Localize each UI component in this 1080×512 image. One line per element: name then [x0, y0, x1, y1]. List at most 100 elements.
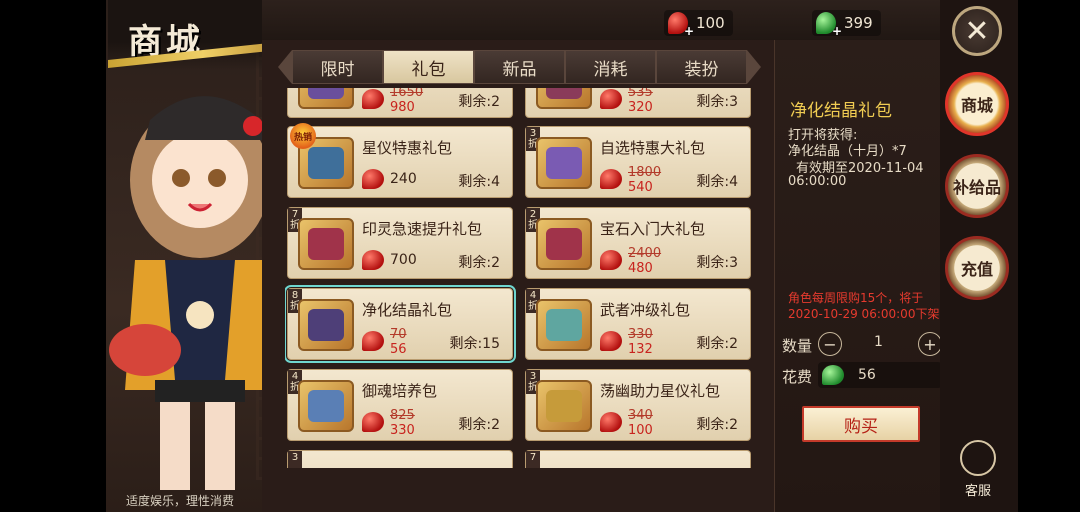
discount-badge: 3 [288, 451, 302, 468]
item-old-price: 825 [390, 408, 415, 423]
item-card[interactable]: 535 320 剩余:3 [525, 88, 751, 118]
category-tabs: 限时 礼包 新品 消耗 装扮 [278, 50, 761, 84]
quantity-value: 1 [874, 334, 883, 350]
tab-consumables[interactable]: 消耗 [565, 50, 656, 84]
item-price: 240 [390, 171, 417, 187]
tab-new[interactable]: 新品 [474, 50, 565, 84]
item-name: 御魂培养包 [362, 382, 438, 400]
item-remaining: 剩余:3 [696, 94, 738, 110]
decrease-quantity-button[interactable]: − [818, 332, 842, 356]
item-thumbnail [298, 218, 354, 270]
green-currency-amount: 399 [844, 14, 873, 32]
play-responsibly-notice: 适度娱乐，理性消费 [126, 494, 235, 508]
item-price: 132 [628, 342, 653, 357]
letterbox-left [0, 0, 106, 512]
customer-service-button[interactable]: 客服 [958, 440, 998, 499]
detail-expiry-time: 06:00:00 [788, 174, 847, 189]
item-grid[interactable]: 1650 980 剩余:2 535 320 剩余:3 热销 星仪特惠礼包 240… [285, 88, 755, 468]
item-card[interactable]: 4 折 御魂培养包 825 330 剩余:2 [287, 369, 513, 441]
item-remaining: 剩余:2 [696, 336, 738, 352]
item-name: 武者冲级礼包 [600, 301, 691, 319]
item-remaining: 剩余:15 [449, 336, 500, 352]
close-button[interactable]: ✕ [952, 6, 1002, 56]
item-card[interactable]: 3 折 荡幽助力星仪礼包 340 100 剩余:2 [525, 369, 751, 441]
red-gem-icon [362, 169, 384, 189]
item-thumbnail [536, 299, 592, 351]
item-price: 330 [390, 423, 415, 438]
customer-service-label: 客服 [964, 484, 991, 499]
item-price: 980 [390, 100, 415, 115]
item-old-price: 330 [628, 327, 653, 342]
headset-icon [960, 440, 996, 476]
item-remaining: 剩余:3 [696, 255, 738, 271]
red-gem-icon [362, 412, 384, 432]
item-card[interactable]: 7 折 印灵急速提升礼包 700 剩余:2 [287, 207, 513, 279]
hot-sale-badge: 热销 [290, 123, 316, 149]
item-thumbnail [536, 137, 592, 189]
item-old-price: 1650 [390, 88, 424, 100]
red-gem-icon [600, 169, 622, 189]
item-old-price: 535 [628, 88, 653, 100]
tab-limited[interactable]: 限时 [292, 50, 383, 84]
tab-costume[interactable]: 装扮 [656, 50, 747, 84]
item-price: 320 [628, 100, 653, 115]
item-remaining: 剩余:2 [458, 417, 500, 433]
item-card[interactable]: 7 [525, 450, 751, 468]
nav-supplies[interactable]: 补给品 [945, 154, 1009, 218]
quantity-label: 数量 [782, 337, 813, 355]
red-gem-icon [600, 250, 622, 270]
item-card[interactable]: 热销 星仪特惠礼包 240 剩余:4 [287, 123, 513, 198]
buy-button[interactable]: 购买 [802, 406, 920, 442]
item-name: 宝石入门大礼包 [600, 220, 706, 238]
item-remaining: 剩余:2 [696, 417, 738, 433]
item-price: 480 [628, 261, 653, 276]
item-thumbnail [536, 218, 592, 270]
green-gem-icon [822, 365, 844, 385]
cost-display: 56 [818, 362, 942, 388]
cost-value: 56 [858, 367, 876, 383]
discount-badge: 7 [526, 451, 540, 468]
item-thumbnail [536, 380, 592, 432]
item-thumbnail [298, 88, 354, 109]
purchase-limit-notice: 角色每周限购15个，将于2020-10-29 06:00:00下架 [788, 291, 940, 321]
item-old-price: 1800 [628, 165, 662, 180]
red-gem-icon [600, 331, 622, 351]
item-name: 星仪特惠礼包 [362, 139, 453, 157]
item-card[interactable]: 3 [287, 450, 513, 468]
red-gem-icon [668, 12, 694, 38]
item-name: 净化结晶礼包 [362, 301, 453, 319]
item-card-selected[interactable]: 8 折 净化结晶礼包 70 56 剩余:15 [285, 285, 516, 363]
item-remaining: 剩余:4 [458, 174, 500, 190]
red-gem-icon [362, 250, 384, 270]
item-name: 印灵急速提升礼包 [362, 220, 483, 238]
item-remaining: 剩余:4 [696, 174, 738, 190]
item-price: 100 [628, 423, 653, 438]
red-gem-icon [600, 412, 622, 432]
tab-gift-pack[interactable]: 礼包 [383, 50, 474, 84]
item-thumbnail [536, 88, 592, 109]
item-old-price: 340 [628, 408, 653, 423]
letterbox-right [1018, 0, 1080, 512]
green-gem-icon [816, 12, 842, 38]
red-gem-icon [600, 89, 622, 109]
item-old-price: 70 [390, 327, 407, 342]
item-name: 自选特惠大礼包 [600, 139, 706, 157]
item-thumbnail [298, 299, 354, 351]
item-remaining: 剩余:2 [458, 255, 500, 271]
red-gem-icon [362, 331, 384, 351]
item-card[interactable]: 3 折 自选特惠大礼包 1800 540 剩余:4 [525, 126, 751, 198]
item-card[interactable]: 4 折 武者冲级礼包 330 132 剩余:2 [525, 288, 751, 360]
game-screen: 商城 100 399 限时 礼包 新品 消耗 装扮 1650 980 剩余:2 [0, 0, 1080, 512]
item-thumbnail [298, 380, 354, 432]
item-price: 540 [628, 180, 653, 195]
item-old-price: 2400 [628, 246, 662, 261]
red-currency-amount: 100 [696, 14, 725, 32]
red-currency[interactable]: 100 [664, 10, 733, 38]
item-card[interactable]: 2 折 宝石入门大礼包 2400 480 剩余:3 [525, 207, 751, 279]
nav-shop[interactable]: 商城 [945, 72, 1009, 136]
increase-quantity-button[interactable]: + [918, 332, 942, 356]
green-currency[interactable]: 399 [812, 10, 881, 38]
nav-recharge[interactable]: 充值 [945, 236, 1009, 300]
red-gem-icon [362, 89, 384, 109]
item-card[interactable]: 1650 980 剩余:2 [287, 88, 513, 118]
